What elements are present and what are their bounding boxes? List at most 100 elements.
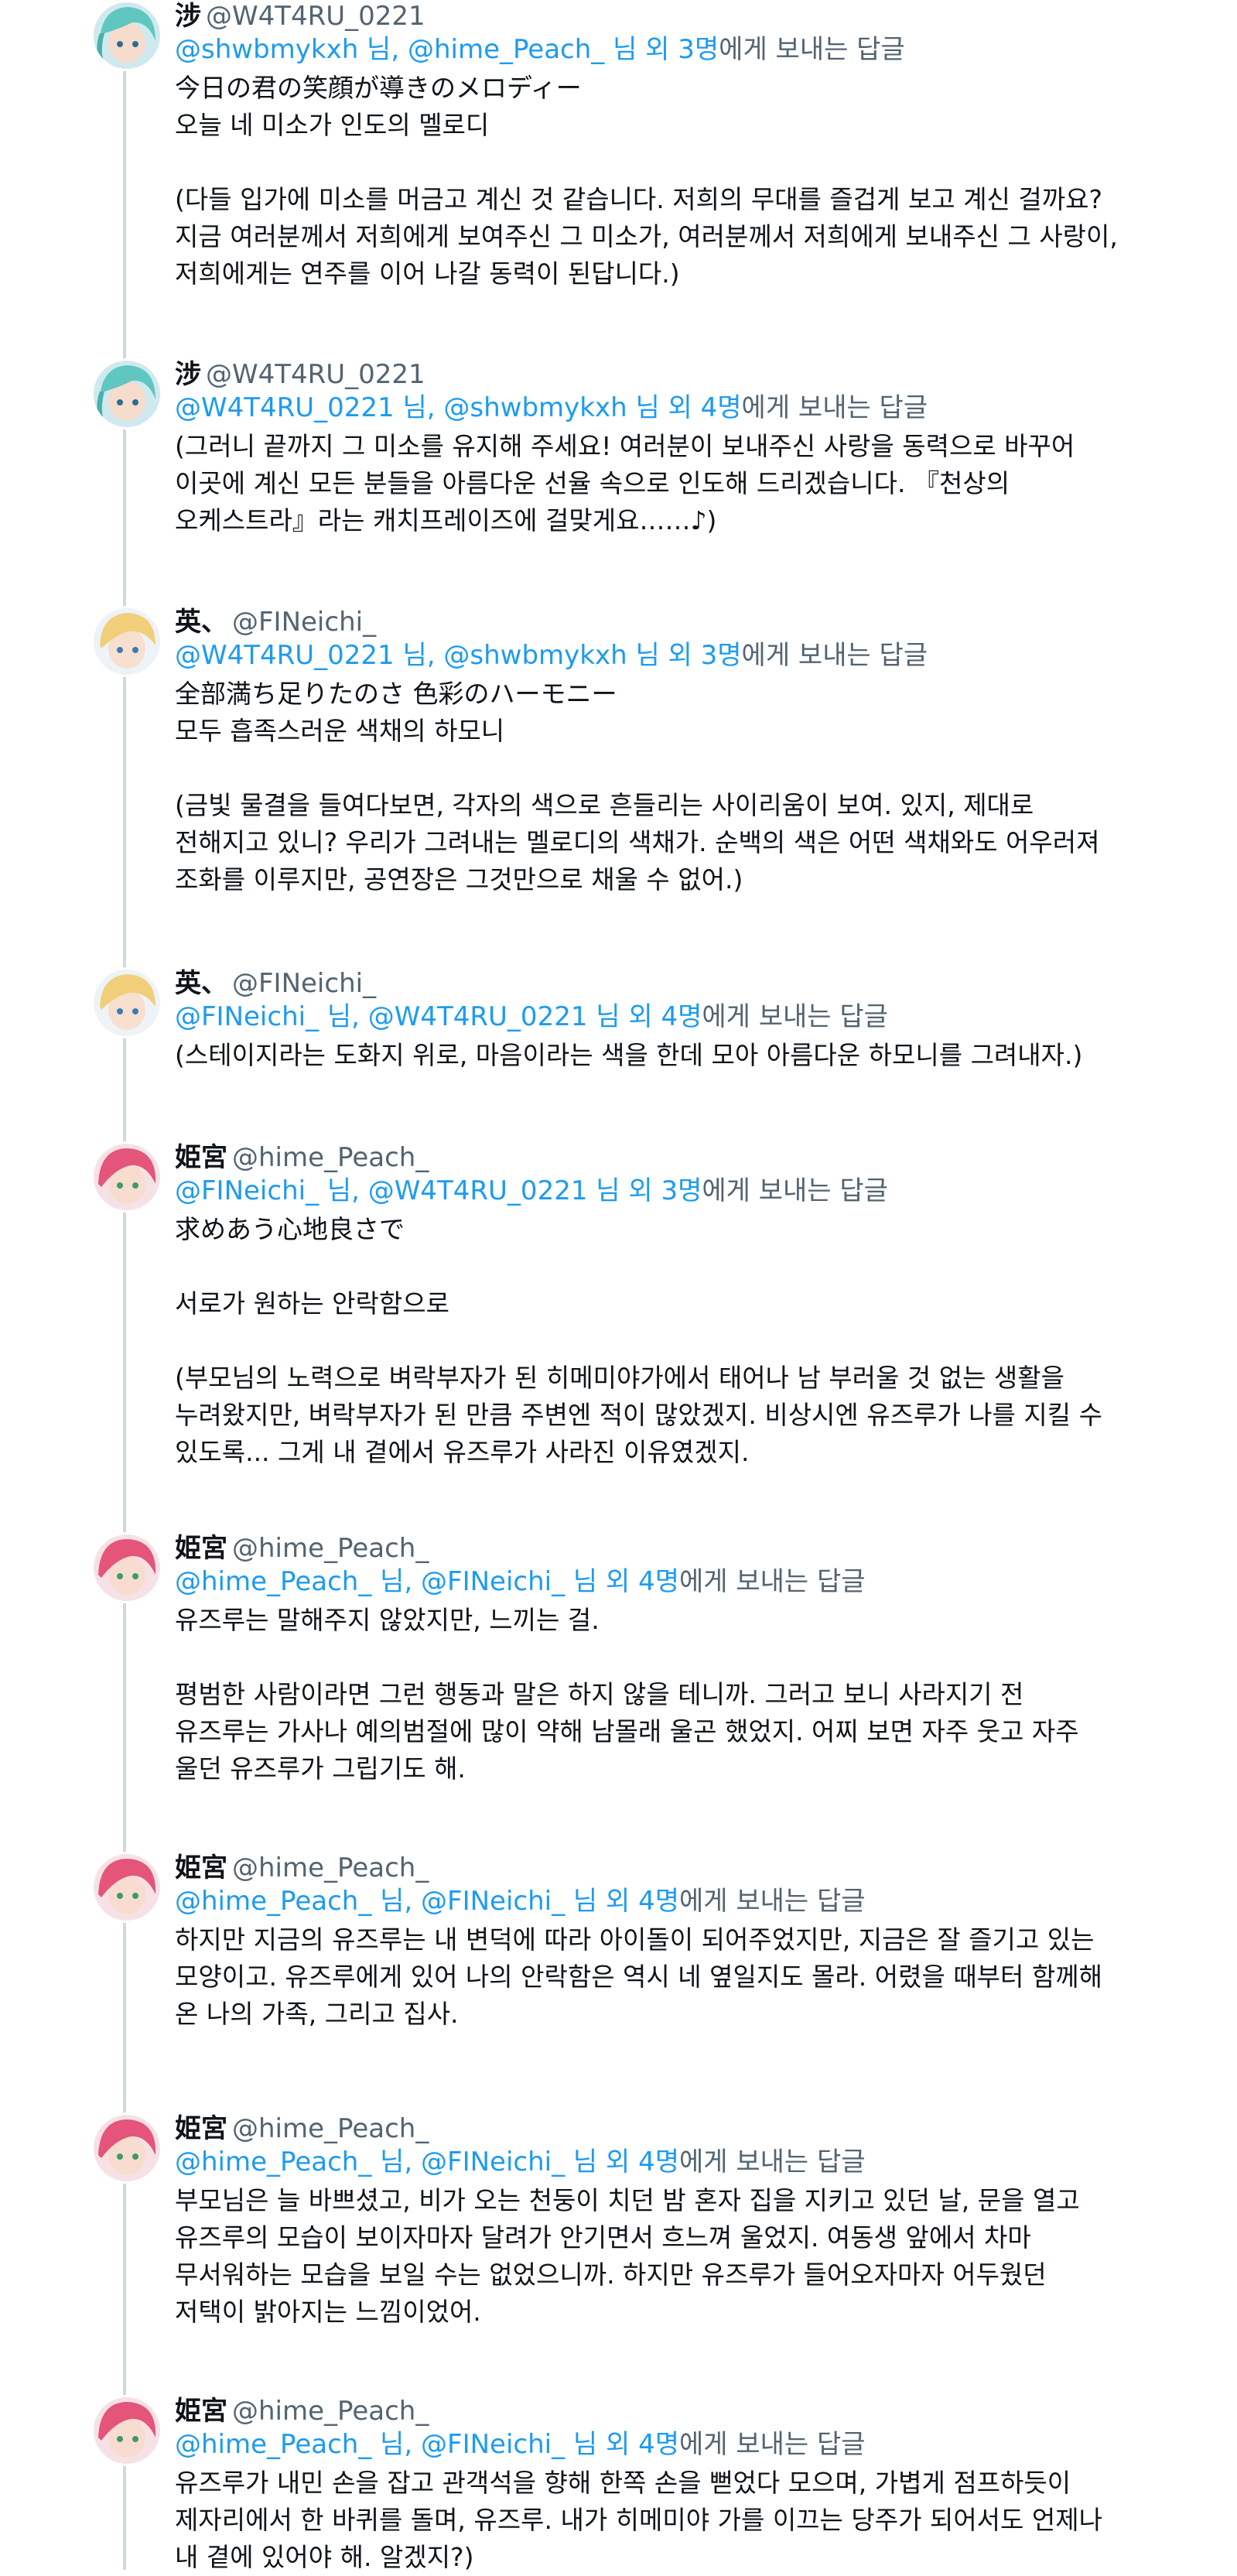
tweet-paragraph: 부모님은 늘 바쁘셨고, 비가 오는 천둥이 치던 밤 혼자 집을 지키고 있던… [175,2182,1191,2331]
display-name[interactable]: 英、 [175,968,227,999]
user-handle[interactable]: @hime_Peach_ [232,1533,429,1564]
tweet-line: 저희에게는 연주를 이어 나갈 동력이 된답니다.) [175,258,680,289]
user-handle[interactable]: @hime_Peach_ [232,2113,429,2144]
reply-mentions-link[interactable]: @W4T4RU_0221 님, @shwbmykxh 님 외 3명 [175,640,742,671]
tweet-line: (부모님의 노력으로 벼락부자가 된 히메미야가에서 태어나 남 부러울 것 없… [175,1363,1065,1393]
tweet-header: 姫宮 @hime_Peach_ [175,1141,1191,1174]
reply-mentions-link[interactable]: @hime_Peach_ 님, @FINeichi_ 님 외 4명 [175,1566,679,1597]
tweet-paragraph: (부모님의 노력으로 벼락부자가 된 히메미야가에서 태어나 남 부러울 것 없… [175,1360,1191,1471]
reply-mentions-link[interactable]: @FINeichi_ 님, @W4T4RU_0221 님 외 3명 [175,1175,702,1206]
avatar[interactable] [91,606,162,677]
reply-mentions-link[interactable]: @hime_Peach_ 님, @FINeichi_ 님 외 4명 [175,1886,679,1917]
tweet-line: 全部満ち足りたのさ 色彩のハーモニー [175,679,617,709]
tweet-text: (그러니 끝까지 그 미소를 유지해 주세요! 여러분이 보내주신 사랑을 동력… [175,428,1191,539]
avatar[interactable] [91,2395,162,2466]
user-handle[interactable]: @hime_Peach_ [232,1142,429,1173]
tweet-paragraph: (금빛 물결을 들여다보면, 각자의 색으로 흔들리는 사이리움이 보여. 있지… [175,787,1191,898]
tweet-line: (금빛 물결을 들여다보면, 각자의 색으로 흔들리는 사이리움이 보여. 있지… [175,790,1034,820]
tweet-line: 今日の君の笑顔が導きのメロディー [175,73,582,103]
user-handle[interactable]: @hime_Peach_ [232,1852,429,1883]
replying-to: @FINeichi_ 님, @W4T4RU_0221 님 외 3명에게 보내는 … [175,1174,1191,1208]
tweet-line: 求めあう心地良さで [175,1214,405,1244]
tweet-header: 姫宮 @hime_Peach_ [175,2395,1191,2427]
display-name[interactable]: 姫宮 [175,2396,227,2427]
tweet-line: (스테이지라는 도화지 위로, 마음이라는 색을 한데 모아 아름다운 하모니를… [175,1040,1083,1070]
display-name[interactable]: 姫宮 [175,1852,227,1883]
display-name[interactable]: 姫宮 [175,1142,227,1173]
tweet-line: 오늘 네 미소가 인도의 멜로디 [175,110,490,140]
tweet-line: 유즈루의 모습이 보이자마자 달려가 안기면서 흐느껴 울었지. 여동생 앞에서… [175,2222,1031,2253]
avatar[interactable] [91,358,162,429]
reply-suffix: 에게 보내는 답글 [702,1175,888,1206]
user-handle[interactable]: @W4T4RU_0221 [206,1,425,32]
avatar[interactable] [91,1141,162,1213]
tweet-line: 전해지고 있니? 우리가 그려내는 멜로디의 색채가. 순백의 색은 어떤 색채… [175,827,1100,857]
reply-mentions-link[interactable]: @FINeichi_ 님, @W4T4RU_0221 님 외 4명 [175,1001,702,1032]
tweet-line: 조화를 이루지만, 공연장은 그것만으로 채울 수 없어.) [175,864,743,895]
tweet-text: 全部満ち足りたのさ 色彩のハーモニー 모두 흡족스러운 색채의 하모니 (금빛 물결… [175,676,1191,898]
reply-mentions-link[interactable]: @shwbmykxh 님, @hime_Peach_ 님 외 3명 [175,34,719,65]
user-handle[interactable]: @FINeichi_ [232,607,376,638]
reply-suffix: 에게 보내는 답글 [702,1001,888,1032]
tweet-line: (그러니 끝까지 그 미소를 유지해 주세요! 여러분이 보내주신 사랑을 동력… [175,431,1075,461]
tweet-line: 모두 흡족스러운 색채의 하모니 [175,716,505,746]
display-name[interactable]: 英、 [175,607,227,638]
reply-suffix: 에게 보내는 답글 [679,1566,866,1597]
tweet-line: 부모님은 늘 바쁘셨고, 비가 오는 천둥이 치던 밤 혼자 집을 지키고 있던… [175,2185,1080,2215]
tweet-text: (스테이지라는 도화지 위로, 마음이라는 색을 한데 모아 아름다운 하모니를… [175,1037,1191,1074]
replying-to: @hime_Peach_ 님, @FINeichi_ 님 외 4명에게 보내는 … [175,2145,1191,2179]
replying-to: @hime_Peach_ 님, @FINeichi_ 님 외 4명에게 보내는 … [175,2427,1191,2461]
tweet-text: 부모님은 늘 바쁘셨고, 비가 오는 천둥이 치던 밤 혼자 집을 지키고 있던… [175,2182,1191,2331]
display-name[interactable]: 涉 [175,1,201,32]
tweet-paragraph: 全部満ち足りたのさ 色彩のハーモニー 모두 흡족스러운 색채의 하모니 [175,676,1191,750]
reply-mentions-link[interactable]: @hime_Peach_ 님, @FINeichi_ 님 외 4명 [175,2429,679,2460]
replying-to: @shwbmykxh 님, @hime_Peach_ 님 외 3명에게 보내는 … [175,32,1191,67]
user-handle[interactable]: @hime_Peach_ [232,2396,429,2427]
tweet-header: 涉 @W4T4RU_0221 [175,0,1191,32]
tweet-paragraph: 유즈루가 내민 손을 잡고 관객석을 향해 한쪽 손을 뻗었다 모으며, 가볍게… [175,2465,1191,2576]
reply-mentions-link[interactable]: @W4T4RU_0221 님, @shwbmykxh 님 외 4명 [175,392,742,423]
avatar[interactable] [91,1532,162,1603]
tweet-text: 유즈루가 내민 손을 잡고 관객석을 향해 한쪽 손을 뻗었다 모으며, 가볍게… [175,2465,1191,2576]
avatar[interactable] [91,967,162,1038]
tweet-line: 모양이고. 유즈루에게 있어 나의 안락함은 역시 네 옆일지도 몰라. 어렸을… [175,1962,1102,1992]
tweet-paragraph: 유즈루는 말해주지 않았지만, 느끼는 걸. [175,1602,1191,1639]
display-name[interactable]: 姫宮 [175,1533,227,1564]
tweet-line: 지금 여러분께서 저희에게 보여주신 그 미소가, 여러분께서 저희에게 보내주… [175,221,1118,251]
avatar[interactable] [91,0,162,71]
tweet-header: 涉 @W4T4RU_0221 [175,358,1191,391]
tweet-line: 무서워하는 모습을 보일 수는 없었으니까. 하지만 유즈루가 들어오자마자 어… [175,2260,1047,2290]
display-name[interactable]: 姫宮 [175,2113,227,2144]
reply-mentions-link[interactable]: @hime_Peach_ 님, @FINeichi_ 님 외 4명 [175,2147,679,2177]
tweet-text: 유즈루는 말해주지 않았지만, 느끼는 걸. 평범한 사람이라면 그런 행동과 말… [175,1602,1191,1787]
tweet-header: 英、 @FINeichi_ [175,967,1191,1000]
tweet-paragraph: 求めあう心地良さで [175,1211,1191,1248]
replying-to: @FINeichi_ 님, @W4T4RU_0221 님 외 4명에게 보내는 … [175,1000,1191,1034]
reply-suffix: 에게 보내는 답글 [741,392,928,423]
tweet-line: 저택이 밝아지는 느낌이었어. [175,2297,481,2327]
tweet-line: 내 곁에 있어야 해. 알겠지?) [175,2542,474,2572]
reply-suffix: 에게 보내는 답글 [679,2429,866,2460]
user-handle[interactable]: @FINeichi_ [232,968,376,999]
tweet-line: 유즈루는 가사나 예의범절에 많이 약해 남몰래 울곤 했었지. 어찌 보면 자… [175,1716,1079,1746]
tweet-paragraph: 今日の君の笑顔が導きのメロディー 오늘 네 미소가 인도의 멜로디 [175,70,1191,144]
tweet-paragraph: (그러니 끝까지 그 미소를 유지해 주세요! 여러분이 보내주신 사랑을 동력… [175,428,1191,539]
tweet-text: 今日の君の笑顔が導きのメロディー 오늘 네 미소가 인도의 멜로디 (다들 입가에 … [175,70,1191,292]
tweet-paragraph: 평범한 사람이라면 그런 행동과 말은 하지 않을 테니까. 그러고 보니 사라… [175,1676,1191,1787]
tweet-paragraph: 서로가 원하는 안락함으로 [175,1285,1191,1322]
avatar[interactable] [91,2112,162,2184]
tweet-text: 하지만 지금의 유즈루는 내 변덕에 따라 아이돌이 되어주었지만, 지금은 잘… [175,1921,1191,2033]
avatar[interactable] [91,1852,162,1923]
tweet-line: 서로가 원하는 안락함으로 [175,1288,449,1319]
tweet-line: 제자리에서 한 바퀴를 돌며, 유즈루. 내가 히메미야 가를 이끄는 당주가 … [175,2505,1102,2535]
tweet-line: 유즈루는 말해주지 않았지만, 느끼는 걸. [175,1605,600,1635]
display-name[interactable]: 涉 [175,359,201,390]
user-handle[interactable]: @W4T4RU_0221 [206,359,425,390]
reply-suffix: 에게 보내는 답글 [679,2147,866,2177]
tweet-header: 英、 @FINeichi_ [175,606,1191,638]
